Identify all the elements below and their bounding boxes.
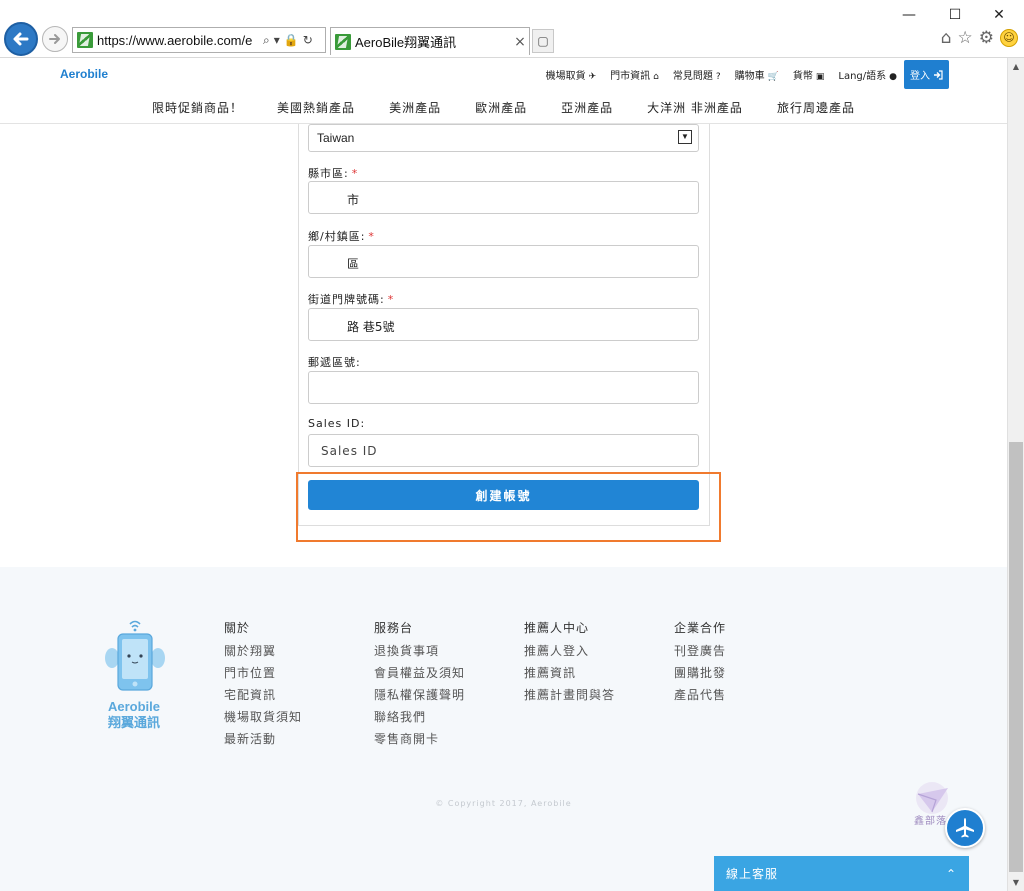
topnav-language[interactable]: Lang/語系 ● bbox=[838, 67, 897, 82]
address-bar[interactable]: https://www.aerobile.com/e ⌕ ▾ 🔒 ↻ bbox=[72, 27, 326, 53]
sales-id-label: Sales ID: bbox=[308, 417, 366, 430]
city-label: 縣市區: * bbox=[308, 167, 359, 180]
topnav-cart[interactable]: 購物車 🛒 bbox=[735, 67, 779, 82]
aerobile-mascot-icon bbox=[105, 620, 165, 691]
category-promo[interactable]: 限時促銷商品！ bbox=[152, 99, 243, 116]
footer-link[interactable]: 門市位置 bbox=[224, 666, 364, 688]
footer-link[interactable]: 零售商開卡 bbox=[374, 732, 514, 754]
footer-link[interactable]: 關於翔翼 bbox=[224, 644, 364, 666]
footer-col-business: 企業合作 刊登廣告 團購批發 產品代售 bbox=[674, 619, 814, 710]
plane-icon: ✈ bbox=[588, 72, 597, 82]
site-header: Aerobile 機場取貨 ✈ 門市資訊 ⌂ 常見問題? 購物車 🛒 貨幣 ▣ Lang… bbox=[0, 58, 1007, 124]
dropdown-icon[interactable]: ▾ bbox=[274, 33, 280, 48]
search-icon[interactable]: ⌕ bbox=[263, 33, 270, 48]
footer-link[interactable]: 最新活動 bbox=[224, 732, 364, 754]
browser-window: — ☐ ✕ https://www.aerobile.com/e ⌕ ▾ 🔒 ↻… bbox=[0, 0, 1024, 891]
favorites-star-icon[interactable]: ☆ bbox=[958, 28, 973, 48]
address-url[interactable]: https://www.aerobile.com/e bbox=[97, 33, 261, 48]
question-icon: ? bbox=[715, 72, 721, 82]
arrow-right-icon bbox=[49, 34, 60, 44]
footer-link[interactable]: 機場取貨須知 bbox=[224, 710, 364, 732]
airplane-button[interactable] bbox=[945, 808, 985, 848]
chevron-up-icon: ⌃ bbox=[945, 866, 957, 881]
watermark-text: 鑫部落 bbox=[914, 816, 947, 827]
refresh-icon[interactable]: ↻ bbox=[303, 33, 313, 48]
footer-col-service: 服務台 退換貨事項 會員權益及須知 隱私權保護聲明 聯絡我們 零售商開卡 bbox=[374, 619, 514, 754]
globe-icon: ● bbox=[889, 72, 897, 82]
login-button[interactable]: 登入 bbox=[904, 60, 949, 89]
footer-link[interactable]: 刊登廣告 bbox=[674, 644, 814, 666]
sign-in-icon bbox=[934, 69, 943, 80]
minimize-button[interactable]: — bbox=[886, 4, 932, 26]
category-asia[interactable]: 亞洲產品 bbox=[561, 99, 613, 116]
forward-button[interactable] bbox=[42, 26, 68, 52]
street-field[interactable]: 路 巷5號 bbox=[308, 308, 699, 341]
footer-link[interactable]: 退換貨事項 bbox=[374, 644, 514, 666]
topnav-store-info[interactable]: 門市資訊 ⌂ bbox=[610, 67, 659, 82]
category-oceania-africa[interactable]: 大洋洲 非洲產品 bbox=[647, 99, 743, 116]
topnav-airport-pickup[interactable]: 機場取貨 ✈ bbox=[546, 67, 597, 82]
create-account-button[interactable]: 創建帳號 bbox=[308, 480, 699, 510]
street-label: 街道門牌號碼: * bbox=[308, 293, 395, 306]
browser-toolbar: ⌂ ☆ ⚙ ☺ bbox=[941, 28, 1018, 48]
footer-link[interactable]: 會員權益及須知 bbox=[374, 666, 514, 688]
tab-favicon-icon bbox=[335, 33, 351, 50]
home-icon: ⌂ bbox=[653, 72, 659, 82]
scroll-down-icon[interactable]: ▼ bbox=[1008, 874, 1024, 891]
scroll-up-icon[interactable]: ▲ bbox=[1008, 58, 1024, 75]
category-americas[interactable]: 美洲產品 bbox=[389, 99, 441, 116]
zip-label: 郵遞區號: bbox=[308, 356, 361, 369]
top-navigation: 機場取貨 ✈ 門市資訊 ⌂ 常見問題? 購物車 🛒 貨幣 ▣ Lang/語系 ● bbox=[546, 67, 897, 82]
footer-link[interactable]: 產品代售 bbox=[674, 688, 814, 710]
maximize-button[interactable]: ☐ bbox=[932, 4, 978, 26]
home-icon[interactable]: ⌂ bbox=[941, 28, 952, 48]
chevron-down-icon: ▼ bbox=[678, 130, 692, 144]
close-window-button[interactable]: ✕ bbox=[976, 4, 1022, 26]
footer-brand: Aerobile 翔翼通訊 bbox=[107, 699, 160, 730]
category-europe[interactable]: 歐洲產品 bbox=[475, 99, 527, 116]
footer-link[interactable]: 團購批發 bbox=[674, 666, 814, 688]
airplane-icon bbox=[956, 818, 974, 838]
vertical-scrollbar[interactable]: ▲ ▼ bbox=[1007, 58, 1024, 891]
footer-link[interactable]: 聯絡我們 bbox=[374, 710, 514, 732]
browser-tab[interactable]: AeroBile翔翼通訊 × bbox=[330, 27, 530, 55]
copyright-text: © Copyright 2017, Aerobile bbox=[435, 799, 572, 808]
footer-link[interactable]: 隱私權保護聲明 bbox=[374, 688, 514, 710]
footer-col-referral: 推薦人中心 推薦人登入 推薦資訊 推薦計畫問與答 bbox=[524, 619, 664, 710]
footer-link[interactable]: 推薦人登入 bbox=[524, 644, 664, 666]
new-tab-button[interactable]: ▢ bbox=[532, 29, 554, 53]
district-field[interactable]: 區 bbox=[308, 245, 699, 278]
live-chat-bar[interactable]: 線上客服 ⌃ bbox=[714, 856, 969, 891]
category-us-hot[interactable]: 美國熱銷產品 bbox=[277, 99, 355, 116]
category-travel[interactable]: 旅行周邊產品 bbox=[777, 99, 855, 116]
new-tab-icon: ▢ bbox=[537, 34, 549, 48]
arrow-left-icon bbox=[13, 32, 29, 46]
scroll-thumb[interactable] bbox=[1009, 442, 1023, 872]
zip-field[interactable] bbox=[308, 371, 699, 404]
footer-link[interactable]: 宅配資訊 bbox=[224, 688, 364, 710]
footer-link[interactable]: 推薦計畫問與答 bbox=[524, 688, 664, 710]
money-icon: ▣ bbox=[815, 72, 825, 82]
city-field[interactable]: 市 bbox=[308, 181, 699, 214]
feedback-smiley-icon[interactable]: ☺ bbox=[1000, 29, 1018, 47]
footer-link[interactable]: 推薦資訊 bbox=[524, 666, 664, 688]
lock-icon[interactable]: 🔒 bbox=[284, 33, 299, 48]
category-navigation: 限時促銷商品！ 美國熱銷產品 美洲產品 歐洲產品 亞洲產品 大洋洲 非洲產品 旅… bbox=[0, 99, 1007, 116]
sales-id-input[interactable]: Sales ID bbox=[308, 434, 699, 467]
tab-title: AeroBile翔翼通訊 bbox=[355, 35, 457, 50]
settings-gear-icon[interactable]: ⚙ bbox=[979, 28, 994, 48]
back-button[interactable] bbox=[4, 22, 38, 56]
tab-close-icon[interactable]: × bbox=[511, 34, 529, 50]
topnav-currency[interactable]: 貨幣 ▣ bbox=[793, 67, 825, 82]
country-select[interactable]: Taiwan ▼ bbox=[308, 124, 699, 152]
browser-chrome: — ☐ ✕ https://www.aerobile.com/e ⌕ ▾ 🔒 ↻… bbox=[0, 0, 1024, 58]
district-label: 鄉/村鎮區: * bbox=[308, 230, 375, 243]
site-favicon-icon bbox=[77, 32, 93, 48]
footer-col-about: 關於 關於翔翼 門市位置 宅配資訊 機場取貨須知 最新活動 bbox=[224, 619, 364, 754]
cart-icon: 🛒 bbox=[767, 72, 779, 82]
brand-logo[interactable]: Aerobile bbox=[60, 67, 108, 81]
topnav-faq[interactable]: 常見問題? bbox=[673, 67, 721, 82]
